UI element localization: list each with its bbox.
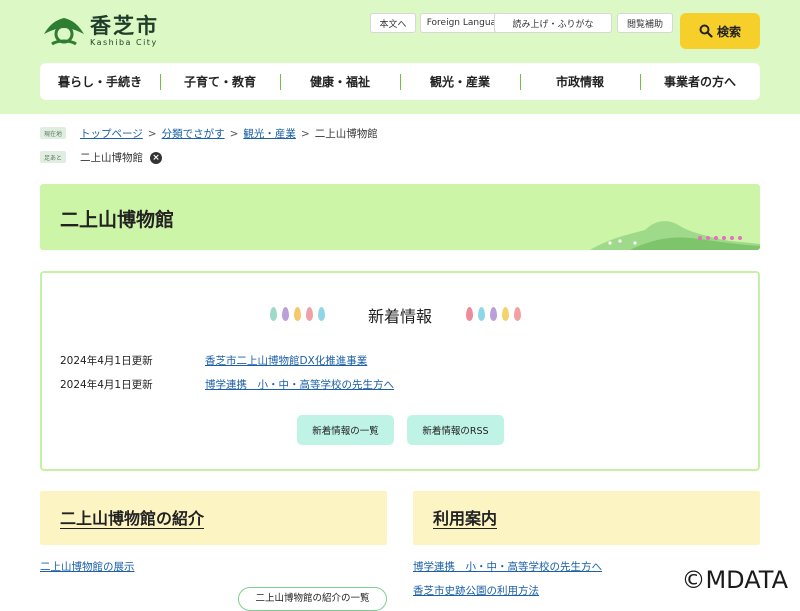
breadcrumb-current: 二上山博物館 xyxy=(314,128,378,140)
intro-section-title[interactable]: 二上山博物館の紹介 xyxy=(60,505,204,529)
nav-item-childcare[interactable]: 子育て・教育 xyxy=(160,63,280,100)
footprint-item[interactable]: 二上山博物館 xyxy=(80,150,143,165)
breadcrumb-link-tourism[interactable]: 観光・産業 xyxy=(243,126,296,141)
page-title: 二上山博物館 xyxy=(60,209,175,231)
nav-item-tourism[interactable]: 観光・産業 xyxy=(400,63,520,100)
intro-more-button[interactable]: 二上山博物館の紹介の一覧 xyxy=(238,587,387,611)
news-list-button[interactable]: 新着情報の一覧 xyxy=(297,415,394,445)
news-rss-button[interactable]: 新着情報のRSS xyxy=(407,415,504,445)
skip-to-content-button[interactable]: 本文へ xyxy=(370,13,416,33)
guide-link-park[interactable]: 香芝市史跡公園の利用方法 xyxy=(413,583,539,598)
read-aloud-button[interactable]: 読み上げ・ふりがな xyxy=(494,13,612,33)
news-link[interactable]: 博学連携 小・中・高等学校の先生方へ xyxy=(205,377,394,392)
page-title-banner: 二上山博物館 xyxy=(40,184,760,250)
nav-item-living[interactable]: 暮らし・手続き xyxy=(40,63,160,100)
footprint-tag: 足あと xyxy=(40,151,66,163)
breadcrumb-link-category[interactable]: 分類でさがす xyxy=(162,126,225,141)
search-label: 検索 xyxy=(716,24,741,39)
news-link[interactable]: 香芝市二上山博物館DX化推進事業 xyxy=(205,353,367,368)
global-nav: 暮らし・手続き 子育て・教育 健康・福祉 観光・産業 市政情報 事業者の方へ xyxy=(40,63,760,100)
intro-link-exhibits[interactable]: 二上山博物館の展示 xyxy=(40,559,135,574)
news-item: 2024年4月1日更新 博学連携 小・中・高等学校の先生方へ xyxy=(60,377,394,392)
search-button[interactable]: 検索 xyxy=(680,13,760,49)
guide-section-title[interactable]: 利用案内 xyxy=(433,505,497,529)
current-location-tag: 現在地 xyxy=(40,127,66,139)
magnifier-icon xyxy=(699,24,713,38)
nav-item-health[interactable]: 健康・福祉 xyxy=(280,63,400,100)
nav-item-business[interactable]: 事業者の方へ xyxy=(640,63,760,100)
leaf-icon xyxy=(466,307,521,321)
footprint-trail: 二上山博物館 × xyxy=(80,150,162,165)
guide-section-header: 利用案内 xyxy=(413,491,760,545)
news-date: 2024年4月1日更新 xyxy=(60,355,153,367)
news-title: 新着情報 xyxy=(367,307,432,326)
watermark: ©MDATA xyxy=(681,566,788,594)
intro-section-header: 二上山博物館の紹介 xyxy=(40,491,387,545)
news-item: 2024年4月1日更新 香芝市二上山博物館DX化推進事業 xyxy=(60,353,367,368)
breadcrumb: トップページ > 分類でさがす > 観光・産業 > 二上山博物館 xyxy=(80,126,378,141)
breadcrumb-link-top[interactable]: トップページ xyxy=(80,126,143,141)
nav-item-city-info[interactable]: 市政情報 xyxy=(520,63,640,100)
logo-roman: Kashiba City xyxy=(90,38,158,47)
site-logo[interactable]: 香芝市 Kashiba City xyxy=(42,14,159,48)
logo-name: 香芝市 xyxy=(90,14,159,38)
guide-link-teachers[interactable]: 博学連携 小・中・高等学校の先生方へ xyxy=(413,559,602,574)
news-date: 2024年4月1日更新 xyxy=(60,379,153,391)
city-emblem-icon xyxy=(44,18,84,46)
hills-illustration xyxy=(590,221,760,250)
news-box: 新着情報 2024年4月1日更新 香芝市二上山博物館DX化推進事業 2024年4… xyxy=(40,271,760,471)
close-circle-icon[interactable]: × xyxy=(150,151,162,164)
browsing-assist-button[interactable]: 閲覧補助 xyxy=(617,13,673,33)
